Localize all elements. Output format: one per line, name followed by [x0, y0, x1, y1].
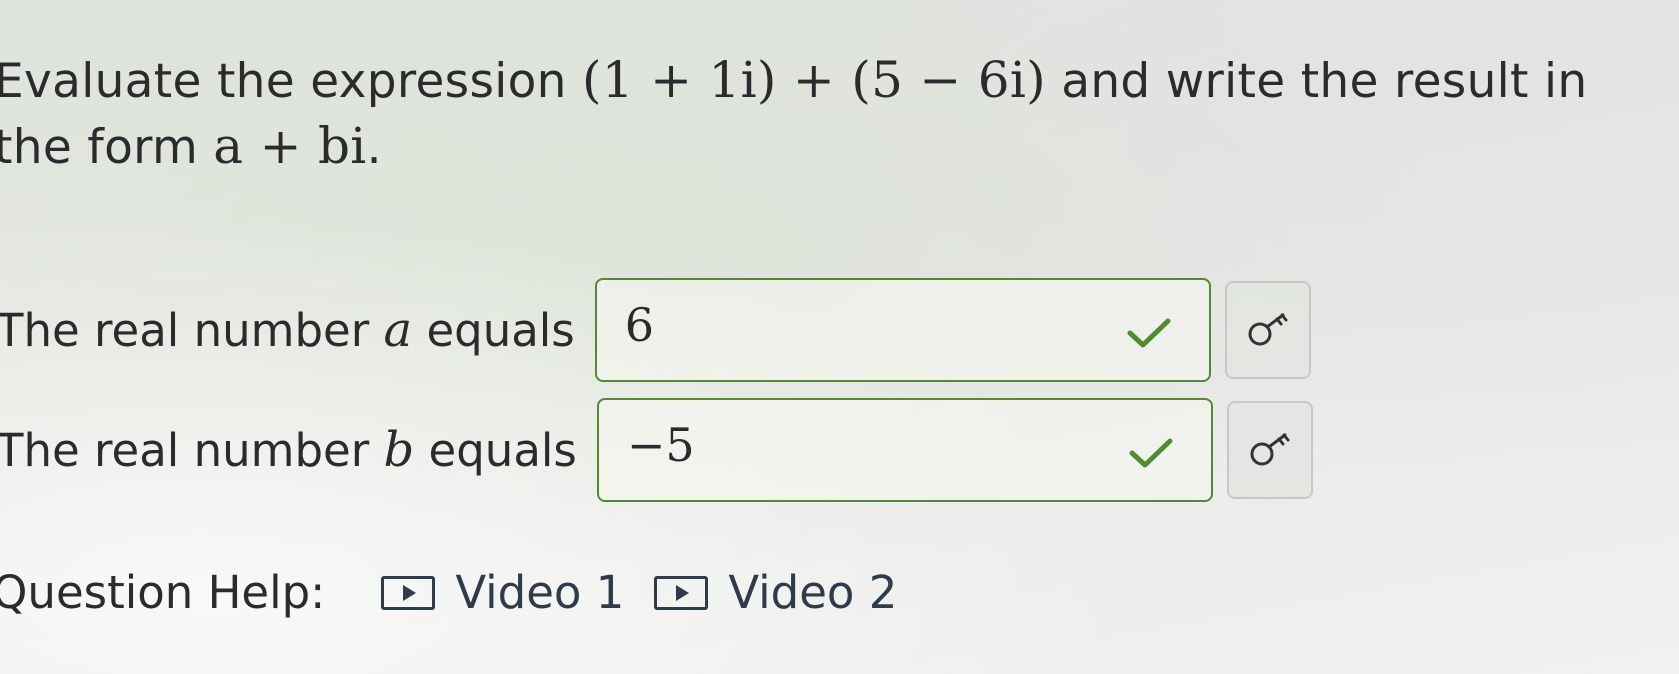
play-icon: [381, 575, 436, 610]
answer-input-b[interactable]: −5: [596, 398, 1213, 502]
answer-value-a: 6: [624, 298, 655, 352]
answer-label-a: The real number a equals: [0, 302, 575, 358]
video-2-link[interactable]: Video 2: [654, 566, 897, 619]
video-1-link[interactable]: Video 1: [381, 566, 624, 619]
video-1-label: Video 1: [455, 566, 625, 619]
label-suffix: equals: [414, 424, 577, 477]
variable-b: b: [383, 422, 415, 478]
answer-label-b: The real number b equals: [0, 422, 577, 478]
video-2-label: Video 2: [728, 566, 898, 619]
key-icon-button[interactable]: [1226, 401, 1313, 499]
question-help: Question Help: Video 1 Video 2: [0, 566, 927, 619]
answer-input-a[interactable]: 6: [594, 278, 1211, 382]
key-icon: [1250, 433, 1290, 466]
check-icon: [1127, 318, 1171, 348]
question-expression: (1 + 1i) + (5 − 6i): [581, 51, 1046, 109]
variable-a: a: [383, 302, 413, 358]
answer-value-b: −5: [626, 418, 695, 472]
question-intro: Evaluate the expression: [0, 54, 582, 109]
question-period: .: [366, 120, 382, 175]
answer-row-a: The real number a equals 6: [0, 278, 1311, 382]
answer-row-b: The real number b equals −5: [0, 398, 1313, 502]
label-text: The real number: [0, 304, 384, 357]
key-icon: [1248, 313, 1288, 346]
question-text: Evaluate the expression (1 + 1i) + (5 − …: [0, 48, 1654, 180]
question-help-label: Question Help:: [0, 566, 326, 619]
answer-form: a + bi: [213, 117, 367, 175]
key-icon-button[interactable]: [1224, 281, 1311, 379]
label-suffix: equals: [412, 304, 575, 357]
check-icon: [1129, 438, 1173, 468]
label-text: The real number: [0, 424, 384, 477]
play-icon: [654, 575, 709, 610]
